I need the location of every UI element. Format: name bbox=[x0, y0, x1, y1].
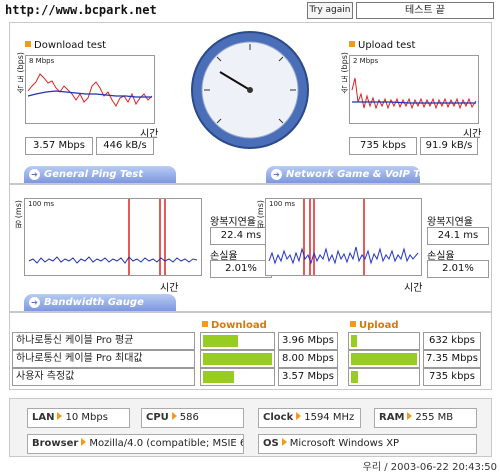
gauge-upload-bar bbox=[348, 332, 420, 350]
os-info: OS Microsoft Windows XP bbox=[258, 434, 477, 454]
game-scale: 100 ms bbox=[269, 200, 296, 208]
ping-ylabel: 핑 (ms) bbox=[14, 200, 23, 229]
gauge-download-fill bbox=[203, 353, 272, 365]
game-chart: 100 ms bbox=[265, 198, 422, 276]
gauge-download-bar bbox=[200, 350, 275, 368]
test-status: 테스트 끝 bbox=[356, 2, 494, 19]
clock-info: Clock 1594 MHz bbox=[258, 408, 361, 428]
gauge-row-label: 사용자 측정값 bbox=[12, 368, 195, 386]
ping-loss: 2.01% bbox=[210, 260, 272, 278]
download-speed-line bbox=[27, 73, 153, 107]
gauge-upload-fill bbox=[351, 335, 357, 347]
ping-scale: 100 ms bbox=[28, 200, 55, 208]
upload-title: Upload test bbox=[349, 40, 415, 51]
gauge-download-fill bbox=[203, 335, 238, 347]
footer-timestamp: 우리 / 2003-06-22 20:43:50 bbox=[362, 462, 497, 473]
url-label: http://www.bcpark.net bbox=[5, 3, 157, 17]
gauge-upload-bar bbox=[348, 350, 420, 368]
upload-kbs: 91.9 kB/s bbox=[420, 137, 478, 155]
download-kbs: 446 kB/s bbox=[96, 137, 154, 155]
gauge-upload-value: 632 kbps bbox=[423, 332, 481, 350]
download-scale: 8 Mbps bbox=[29, 57, 55, 65]
ping-latency-label: 왕복지연율 bbox=[210, 217, 256, 228]
tab-network-game[interactable]: ➔ Network Game & VoIP Test bbox=[266, 166, 436, 183]
browser-info: Browser Mozilla/4.0 (compatible; MSIE 6.0 bbox=[27, 434, 244, 454]
gauge-upload-bar bbox=[348, 368, 420, 386]
cpu-info: CPU 586 bbox=[141, 408, 244, 428]
gauge-upload-fill bbox=[351, 353, 417, 365]
ping-xlabel: 시간 bbox=[160, 283, 179, 294]
game-xlabel: 시간 bbox=[404, 283, 423, 294]
gauge-download-value: 3.96 Mbps bbox=[278, 332, 338, 350]
download-title: Download test bbox=[25, 40, 106, 51]
download-mbps: 3.57 Mbps bbox=[25, 137, 93, 155]
lan-info: LAN 10 Mbps bbox=[27, 408, 130, 428]
tab-general-ping[interactable]: ➔ General Ping Test bbox=[24, 166, 176, 183]
ram-info: RAM 255 MB bbox=[374, 408, 477, 428]
gauge-upload-header: Upload bbox=[350, 320, 398, 331]
gauge-row-label: 하나로통신 케이블 Pro 최대값 bbox=[12, 350, 195, 368]
gauge-download-value: 8.00 Mbps bbox=[278, 350, 338, 368]
ping-latency: 22.4 ms bbox=[210, 227, 272, 245]
tab-bandwidth-gauge[interactable]: ➔ Bandwidth Gauge bbox=[24, 294, 176, 311]
game-latency: 24.1 ms bbox=[427, 227, 489, 245]
gauge-download-value: 3.57 Mbps bbox=[278, 368, 338, 386]
gauge-download-bar bbox=[200, 332, 275, 350]
speed-gauge-dial bbox=[190, 30, 310, 150]
download-chart: 8 Mbps bbox=[25, 55, 155, 124]
try-again-button[interactable]: Try again bbox=[307, 2, 353, 19]
upload-scale: 2 Mbps bbox=[353, 57, 379, 65]
ping-line bbox=[28, 256, 198, 264]
arrow-icon: ➔ bbox=[29, 169, 40, 180]
upload-kbps: 735 kbps bbox=[349, 137, 417, 155]
arrow-icon: ➔ bbox=[271, 169, 282, 180]
upload-chart: 2 Mbps bbox=[349, 55, 479, 124]
game-latency-label: 왕복지연율 bbox=[427, 217, 473, 228]
game-loss: 2.01% bbox=[427, 260, 489, 278]
ping-chart: 100 ms bbox=[24, 198, 202, 276]
gauge-upload-fill bbox=[351, 371, 358, 383]
gauge-upload-value: 735 kbps bbox=[423, 368, 481, 386]
game-line bbox=[268, 246, 419, 265]
gauge-download-fill bbox=[203, 371, 235, 383]
gauge-download-header: Download bbox=[202, 320, 267, 331]
arrow-icon: ➔ bbox=[29, 297, 40, 308]
gauge-download-bar bbox=[200, 368, 275, 386]
gauge-row-label: 하나로통신 케이블 Pro 평균 bbox=[12, 332, 195, 350]
gauge-upload-value: 7.35 Mbps bbox=[423, 350, 481, 368]
